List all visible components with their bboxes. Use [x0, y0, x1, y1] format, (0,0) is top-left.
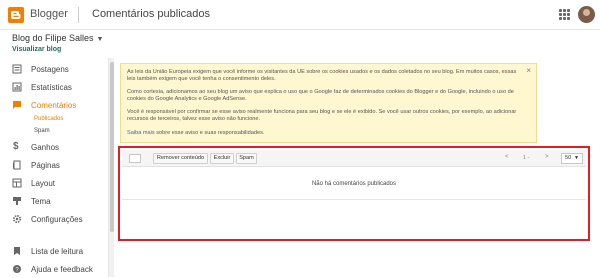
- eu-cookie-notice: × As leis da União Europeia exigem que v…: [120, 63, 537, 143]
- avatar[interactable]: [578, 6, 595, 23]
- sidebar-subitem-publicados[interactable]: Publicados: [34, 116, 63, 122]
- blog-selector[interactable]: Blog do Filipe Salles ▼: [12, 33, 103, 43]
- learn-more-link[interactable]: Saiba mais: [127, 130, 155, 136]
- page-number: 1 -: [523, 155, 530, 161]
- page-title: Comentários publicados: [92, 8, 211, 20]
- reading-list-icon: [14, 247, 20, 255]
- brand-name[interactable]: Blogger: [30, 8, 68, 20]
- sidebar-item-label: Ganhos: [31, 143, 60, 152]
- sidebar-item-lista-de-leitura[interactable]: Lista de leitura: [0, 244, 108, 260]
- sidebar-item-configuracoes[interactable]: Configurações: [0, 212, 108, 228]
- chevron-left-icon[interactable]: <: [505, 154, 509, 160]
- sidebar-item-label: Páginas: [31, 161, 60, 170]
- blogger-logo-icon[interactable]: [8, 7, 24, 23]
- stats-icon: [12, 82, 22, 92]
- spam-button[interactable]: Spam: [236, 153, 257, 164]
- remove-content-button[interactable]: Remover conteúdo: [153, 153, 208, 164]
- sidebar-item-label: Layout: [31, 179, 56, 188]
- sidebar-item-label: Tema: [31, 197, 51, 206]
- comments-toolbar: Remover conteúdo Excluir Spam < 1 - > 50…: [122, 150, 586, 167]
- sidebar-item-label: Estatísticas: [31, 83, 72, 92]
- select-all-checkbox[interactable]: [129, 154, 141, 163]
- pagination: < 1 - >: [505, 153, 553, 164]
- sidebar-item-label: Lista de leitura: [31, 247, 84, 256]
- view-blog-link[interactable]: Visualizar blog: [12, 46, 61, 53]
- sidebar-item-layout[interactable]: Layout: [0, 176, 108, 192]
- sidebar-item-ajuda[interactable]: ? Ajuda e feedback: [0, 262, 108, 278]
- chevron-right-icon[interactable]: >: [545, 154, 549, 160]
- sidebar-item-label: Postagens: [31, 65, 69, 74]
- notice-paragraph-1: As leis da União Europeia exigem que voc…: [127, 69, 517, 82]
- chevron-down-icon: ▼: [574, 155, 579, 161]
- layout-icon: [12, 178, 22, 188]
- chevron-down-icon: ▼: [96, 36, 104, 43]
- sidebar-item-postagens[interactable]: Postagens: [0, 62, 108, 78]
- top-bar: Blogger Comentários publicados: [0, 0, 600, 30]
- posts-icon: [12, 64, 22, 74]
- sidebar-scrollbar[interactable]: [108, 58, 114, 277]
- sidebar-item-label: Ajuda e feedback: [31, 265, 93, 274]
- comments-panel: Remover conteúdo Excluir Spam < 1 - > 50…: [118, 146, 590, 241]
- sidebar-item-estatisticas[interactable]: Estatísticas: [0, 80, 108, 96]
- sidebar-item-label: Comentários: [31, 101, 77, 110]
- header-divider: [78, 7, 79, 23]
- apps-grid-icon[interactable]: [559, 9, 570, 20]
- sidebar-item-ganhos[interactable]: $ Ganhos: [0, 140, 108, 156]
- theme-icon: [13, 197, 21, 205]
- empty-state-message: Não há comentários publicados: [311, 181, 397, 187]
- divider: [122, 199, 586, 200]
- close-icon[interactable]: ×: [526, 67, 531, 75]
- per-page-select[interactable]: 50 ▼: [561, 153, 583, 164]
- notice-paragraph-4: Saiba mais sobre esse aviso e suas respo…: [127, 130, 522, 137]
- sidebar-item-tema[interactable]: Tema: [0, 194, 108, 210]
- per-page-value: 50: [565, 155, 572, 161]
- notice-paragraph-2: Como cortesia, adicionamos ao seu blog u…: [127, 89, 514, 102]
- sidebar-item-comentarios[interactable]: Comentários: [0, 98, 108, 114]
- gear-icon: [12, 214, 22, 224]
- scrollbar-thumb[interactable]: [110, 62, 114, 232]
- sidebar: Postagens Estatísticas Comentários Publi…: [0, 58, 108, 277]
- blog-name: Blog do Filipe Salles: [12, 33, 94, 43]
- sidebar-subitem-spam[interactable]: Spam: [34, 128, 50, 134]
- earnings-icon: $: [13, 141, 19, 152]
- comments-icon: [13, 101, 21, 109]
- pages-icon: [13, 160, 21, 170]
- help-icon: ?: [13, 265, 21, 273]
- delete-button[interactable]: Excluir: [210, 153, 234, 164]
- notice-paragraph-3: Você é responsável por confirmar se esse…: [127, 109, 517, 122]
- sidebar-item-label: Configurações: [31, 215, 83, 224]
- notice-paragraph-4-text: sobre esse aviso e suas responsabilidade…: [154, 130, 265, 136]
- sidebar-item-paginas[interactable]: Páginas: [0, 158, 108, 174]
